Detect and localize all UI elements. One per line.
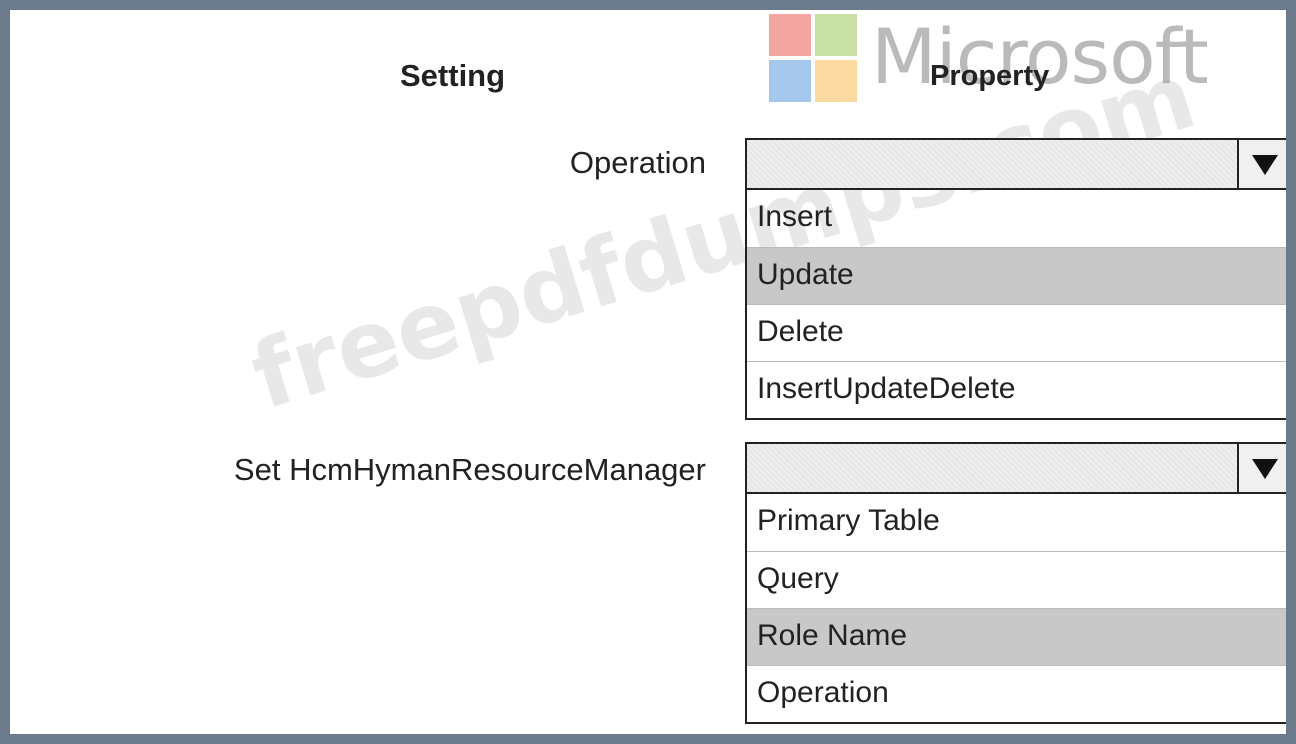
option-insertupdatedelete[interactable]: InsertUpdateDelete <box>747 361 1286 418</box>
logo-red-square <box>769 14 811 56</box>
hcm-dropdown-field[interactable] <box>745 442 1286 494</box>
option-primary-table[interactable]: Primary Table <box>747 494 1286 551</box>
option-operation[interactable]: Operation <box>747 665 1286 722</box>
operation-dropdown-toggle[interactable] <box>1237 140 1286 188</box>
option-delete[interactable]: Delete <box>747 304 1286 361</box>
option-role-name[interactable]: Role Name <box>747 608 1286 665</box>
question-frame: Microsoft freepdfdumps.com Setting Prope… <box>10 10 1286 734</box>
logo-blue-square <box>769 60 811 102</box>
operation-dropdown-field[interactable] <box>745 138 1286 190</box>
setting-column-header: Setting <box>400 58 506 93</box>
hcm-resource-manager-label: Set HcmHymanResourceManager <box>233 452 706 487</box>
logo-green-square <box>815 14 857 56</box>
hcm-options-list: Primary Table Query Role Name Operation <box>745 494 1286 724</box>
option-insert[interactable]: Insert <box>747 190 1286 247</box>
option-update[interactable]: Update <box>747 247 1286 304</box>
operation-dropdown[interactable]: Insert Update Delete InsertUpdateDelete <box>745 138 1286 420</box>
logo-yellow-square <box>815 60 857 102</box>
hcm-dropdown-toggle[interactable] <box>1237 444 1286 492</box>
operation-options-list: Insert Update Delete InsertUpdateDelete <box>745 190 1286 420</box>
triangle-down-icon <box>1252 459 1278 479</box>
property-column-header: Property <box>930 60 1050 92</box>
triangle-down-icon <box>1252 155 1278 175</box>
option-query[interactable]: Query <box>747 551 1286 608</box>
hcm-property-dropdown[interactable]: Primary Table Query Role Name Operation <box>745 442 1286 724</box>
operation-label: Operation <box>569 145 706 180</box>
